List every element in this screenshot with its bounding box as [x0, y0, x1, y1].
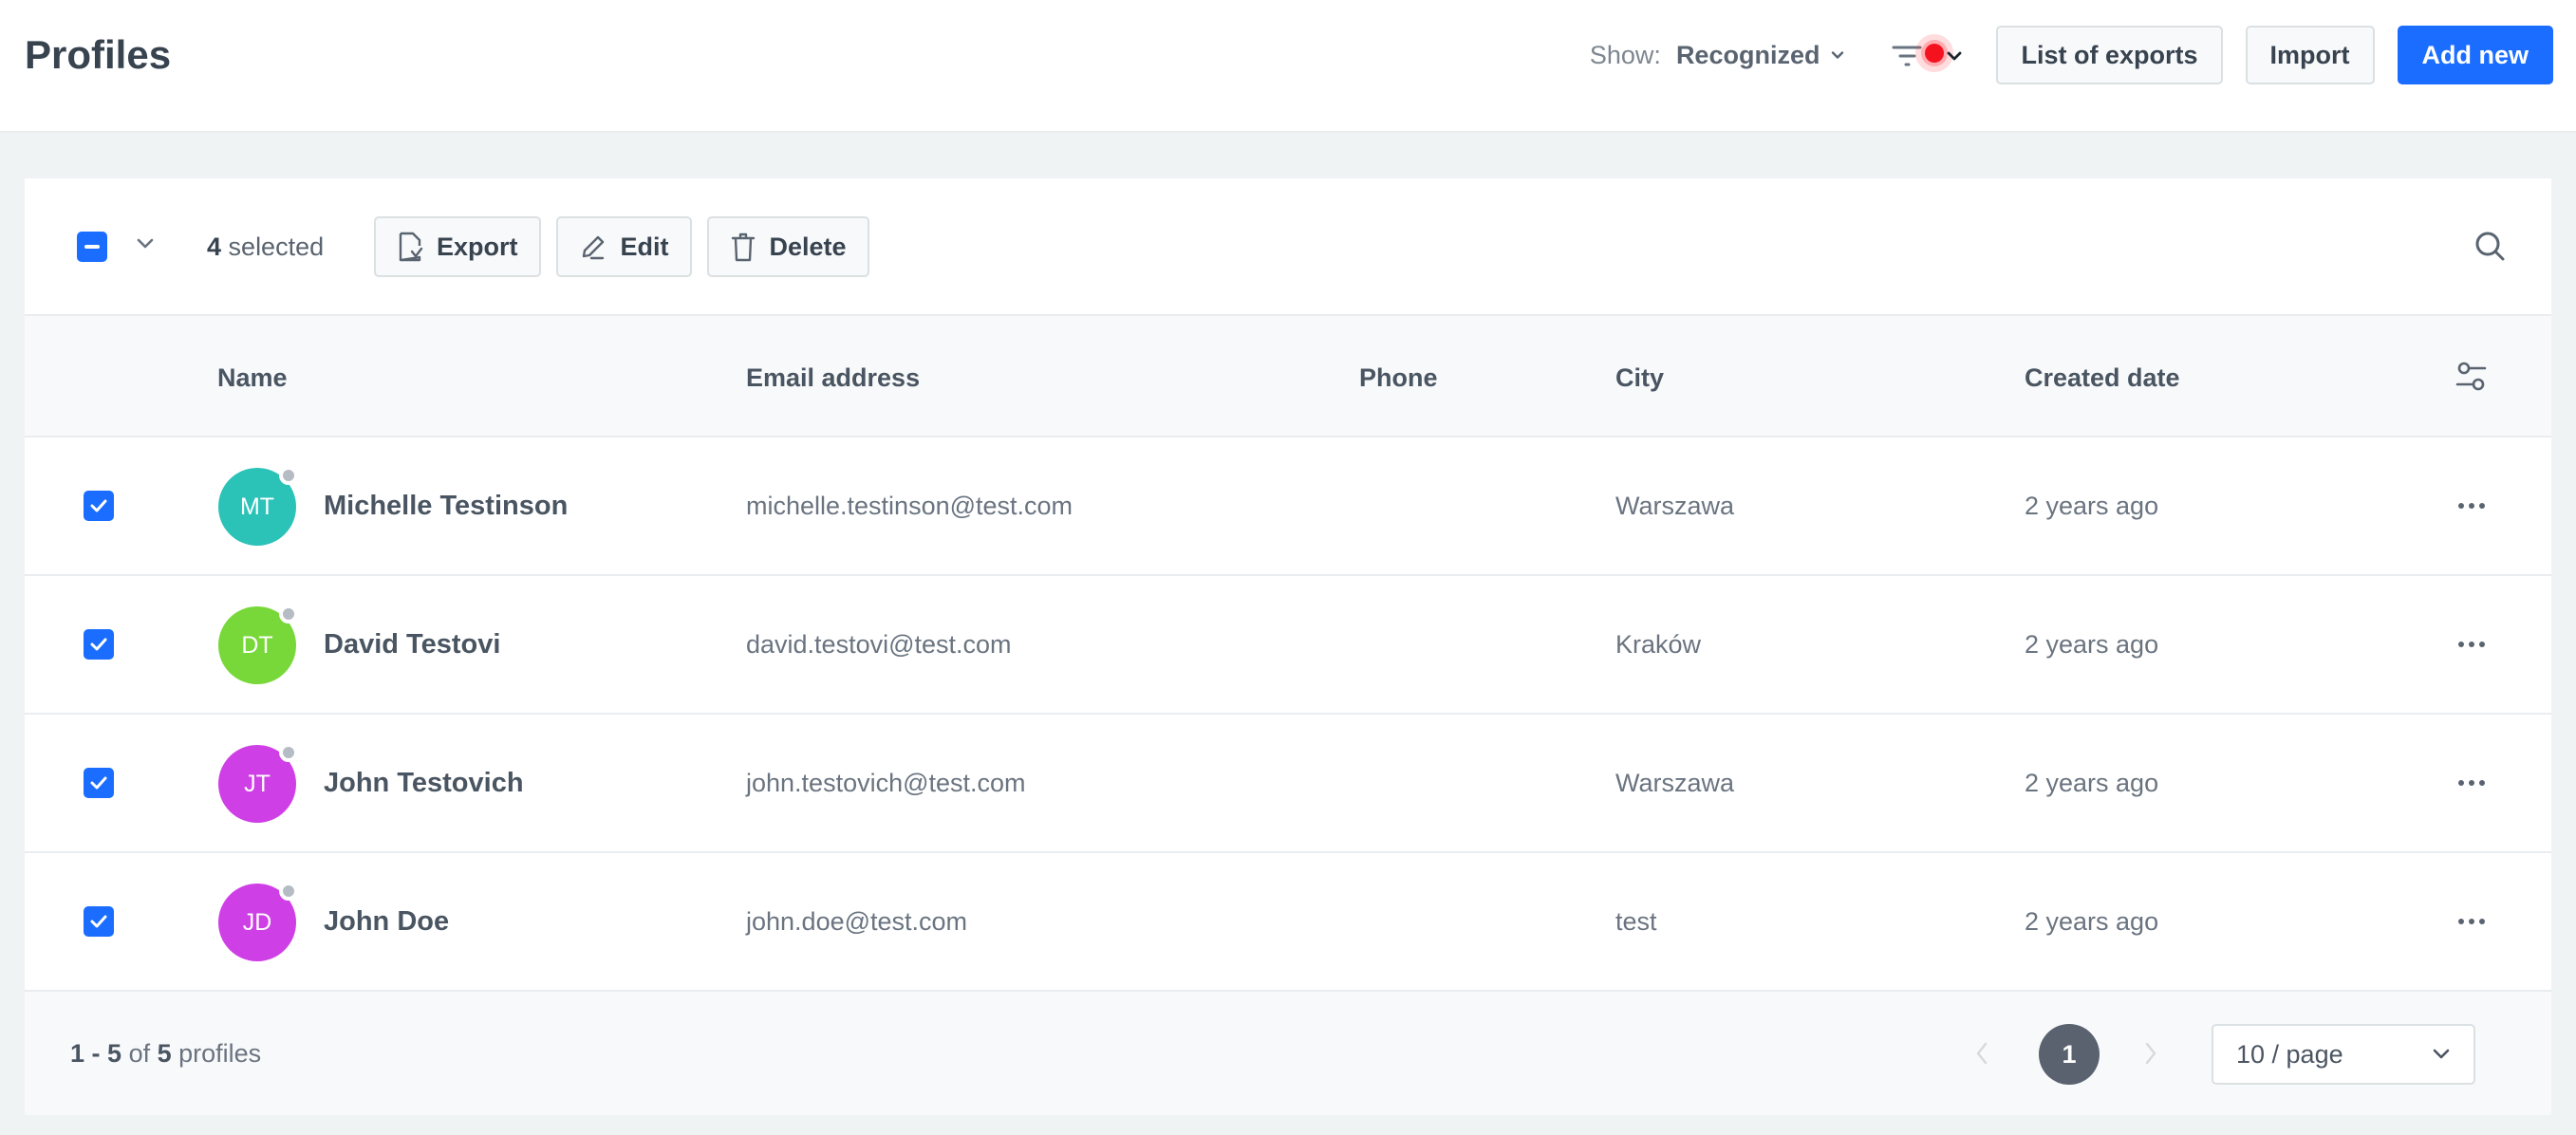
row-checkbox[interactable]	[84, 629, 114, 660]
show-label: Show:	[1589, 40, 1661, 69]
selected-count: 4 selected	[207, 231, 324, 263]
table-row[interactable]: MT Michelle Testinson michelle.testinson@t…	[25, 437, 2551, 576]
range-total: 5	[157, 1039, 172, 1068]
profile-name[interactable]: Michelle Testinson	[324, 489, 568, 523]
table-footer: 1 - 5 of 5 profiles 1 10 / page	[25, 992, 2551, 1115]
avatar-initials: DT	[241, 631, 273, 659]
avatar-initials: JT	[244, 770, 271, 797]
range-of: of	[121, 1039, 158, 1068]
range-end: 5	[107, 1039, 122, 1068]
select-all-checkbox[interactable]	[77, 232, 107, 262]
row-more-actions-icon[interactable]	[2453, 633, 2491, 656]
results-range: 1 - 5 of 5 profiles	[70, 1037, 261, 1070]
previous-page-icon[interactable]	[1974, 1039, 1989, 1068]
row-more-actions-icon[interactable]	[2453, 910, 2491, 933]
top-actions: Show: Recognized List of exports Import …	[1590, 26, 2553, 84]
chevron-down-icon	[2433, 1049, 2450, 1059]
column-settings-icon[interactable]	[2455, 360, 2489, 394]
range-start: 1	[70, 1039, 85, 1068]
profile-name[interactable]: David Testovi	[324, 627, 500, 661]
status-indicator	[279, 605, 298, 623]
filter-button[interactable]	[1884, 31, 1962, 79]
pencil-icon	[582, 235, 604, 260]
avatar: JT	[218, 743, 298, 823]
city-cell: Warszawa	[1615, 492, 1735, 520]
selected-number: 4	[207, 233, 222, 261]
status-indicator	[279, 466, 298, 485]
avatar-initials: MT	[239, 493, 275, 520]
checkmark-icon	[90, 638, 107, 651]
row-more-actions-icon[interactable]	[2453, 772, 2491, 794]
avatar: JD	[218, 882, 298, 961]
email-cell: john.doe@test.com	[746, 907, 968, 936]
chevron-down-icon	[1832, 51, 1844, 59]
table-row[interactable]: JT John Testovich john.testovich@test.com W…	[25, 715, 2551, 853]
export-file-icon	[399, 232, 423, 262]
import-button[interactable]: Import	[2245, 26, 2375, 84]
created-date-cell: 2 years ago	[2025, 907, 2159, 936]
page-size-value: 10 / page	[2236, 1039, 2343, 1069]
column-header-created-date[interactable]: Created date	[2025, 362, 2180, 394]
row-checkbox[interactable]	[84, 768, 114, 798]
status-indicator	[279, 743, 298, 762]
status-indicator	[279, 882, 298, 901]
table-header: Name Email address Phone City Created da…	[25, 316, 2551, 437]
chevron-down-icon	[1948, 51, 1962, 61]
city-cell: Warszawa	[1615, 769, 1735, 797]
profiles-table-card: 4 selected Export Edit Delete Name Email…	[25, 178, 2551, 1115]
row-more-actions-icon[interactable]	[2453, 494, 2491, 517]
column-header-city[interactable]: City	[1615, 362, 1664, 394]
bulk-actions: Export Edit Delete	[374, 216, 869, 277]
created-date-cell: 2 years ago	[2025, 492, 2159, 520]
email-cell: david.testovi@test.com	[746, 630, 1012, 659]
profile-name[interactable]: John Doe	[324, 904, 449, 939]
show-value: Recognized	[1675, 40, 1820, 69]
bulk-toolbar: 4 selected Export Edit Delete	[25, 178, 2551, 316]
checkmark-icon	[90, 776, 107, 790]
table-row[interactable]: JD John Doe john.doe@test.com test 2 years a…	[25, 853, 2551, 992]
export-button[interactable]: Export	[374, 216, 541, 277]
export-label: Export	[437, 232, 518, 261]
checkmark-icon	[90, 915, 107, 928]
created-date-cell: 2 years ago	[2025, 630, 2159, 659]
trash-icon	[731, 233, 755, 262]
column-header-phone[interactable]: Phone	[1359, 362, 1438, 394]
search-icon[interactable]	[2472, 228, 2510, 266]
next-page-icon[interactable]	[2143, 1039, 2158, 1068]
top-bar: Profiles Show: Recognized List of export…	[0, 0, 2576, 131]
table-row[interactable]: DT David Testovi david.testovi@test.com Kra…	[25, 576, 2551, 715]
row-checkbox[interactable]	[84, 906, 114, 937]
edit-label: Edit	[620, 232, 669, 261]
column-header-email[interactable]: Email address	[746, 362, 920, 394]
range-separator: -	[84, 1039, 108, 1068]
edit-button[interactable]: Edit	[555, 216, 692, 277]
add-new-button[interactable]: Add new	[2397, 26, 2553, 84]
city-cell: Kraków	[1615, 630, 1702, 659]
avatar-initials: JD	[242, 908, 272, 936]
column-header-name[interactable]: Name	[217, 362, 288, 394]
delete-label: Delete	[769, 232, 847, 261]
created-date-cell: 2 years ago	[2025, 769, 2159, 797]
page-title: Profiles	[25, 32, 172, 77]
row-checkbox[interactable]	[84, 491, 114, 521]
show-dropdown[interactable]: Recognized	[1676, 41, 1845, 70]
checkmark-icon	[90, 499, 107, 512]
range-suffix: profiles	[171, 1039, 262, 1068]
selected-suffix: selected	[228, 233, 325, 261]
profile-name[interactable]: John Testovich	[324, 766, 524, 800]
delete-button[interactable]: Delete	[706, 216, 869, 277]
avatar: MT	[218, 466, 298, 546]
email-cell: michelle.testinson@test.com	[746, 492, 1073, 520]
page-size-select[interactable]: 10 / page	[2212, 1024, 2475, 1085]
avatar: DT	[218, 605, 298, 684]
list-of-exports-button[interactable]: List of exports	[1996, 26, 2223, 84]
page-1-button[interactable]: 1	[2039, 1024, 2100, 1085]
email-cell: john.testovich@test.com	[746, 769, 1026, 797]
city-cell: test	[1615, 907, 1657, 936]
chevron-down-icon[interactable]	[136, 237, 155, 251]
